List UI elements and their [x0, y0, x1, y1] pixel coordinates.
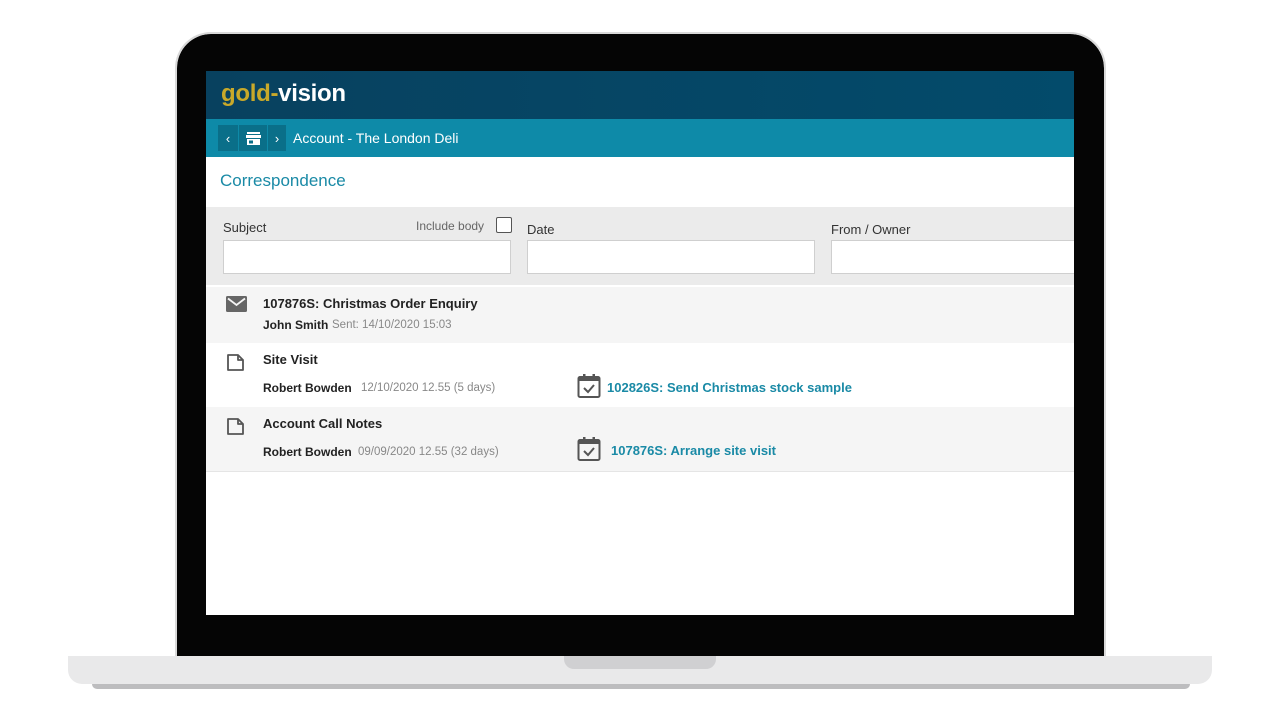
laptop-screen: gold-vision ‹ › Account - The London Del… [206, 71, 1074, 615]
breadcrumb: ‹ › Account - The London Deli [206, 119, 1074, 157]
breadcrumb-title: Account - The London Deli [293, 130, 459, 146]
correspondence-owner: John Smith [263, 318, 329, 332]
linked-task-link[interactable]: 102826S: Send Christmas stock sample [607, 380, 852, 395]
linked-task-link[interactable]: 107876S: Arrange site visit [611, 443, 776, 458]
logo-vision-text: vision [278, 80, 346, 107]
list-item[interactable]: Site Visit Robert Bowden 12/10/2020 12.5… [206, 343, 1074, 408]
include-body-checkbox[interactable] [496, 217, 512, 233]
store-icon [245, 131, 261, 145]
calendar-check-icon [577, 437, 601, 461]
from-owner-filter-input[interactable] [831, 240, 1074, 274]
logo-separator: - [270, 80, 279, 107]
logo-gold-text: gold [221, 80, 271, 107]
calendar-check-icon [577, 374, 601, 398]
list-item[interactable]: 107876S: Christmas Order Enquiry John Sm… [206, 287, 1074, 344]
subject-filter-input[interactable] [223, 240, 511, 274]
chevron-right-icon: › [274, 130, 280, 146]
include-body-label: Include body [416, 219, 485, 233]
correspondence-owner: Robert Bowden [263, 445, 352, 459]
chevron-left-icon: ‹ [225, 130, 231, 146]
mail-icon [226, 296, 247, 312]
gold-vision-logo[interactable]: gold-vision [221, 80, 346, 108]
correspondence-subject[interactable]: Site Visit [263, 352, 318, 367]
correspondence-meta: 09/09/2020 12.55 (32 days) [358, 446, 499, 458]
subject-filter-label: Subject [223, 220, 267, 235]
correspondence-owner: Robert Bowden [263, 381, 352, 395]
correspondence-meta: Sent: 14/10/2020 15:03 [332, 319, 452, 331]
page-title: Correspondence [220, 171, 346, 190]
correspondence-subject[interactable]: Account Call Notes [263, 416, 382, 431]
account-home-button[interactable] [239, 125, 267, 151]
list-item[interactable]: Account Call Notes Robert Bowden 09/09/2… [206, 407, 1074, 472]
document-icon [227, 418, 244, 435]
top-app-bar: gold-vision [206, 71, 1074, 119]
laptop-notch [564, 656, 716, 669]
date-filter-label: Date [527, 222, 555, 237]
correspondence-subject[interactable]: 107876S: Christmas Order Enquiry [263, 296, 478, 311]
from-owner-filter-label: From / Owner [831, 222, 911, 237]
laptop-base-shadow [92, 684, 1190, 689]
document-icon [227, 354, 244, 371]
forward-button[interactable]: › [268, 125, 286, 151]
date-filter-input[interactable] [527, 240, 815, 274]
back-button[interactable]: ‹ [218, 125, 238, 151]
correspondence-meta: 12/10/2020 12.55 (5 days) [361, 382, 496, 394]
